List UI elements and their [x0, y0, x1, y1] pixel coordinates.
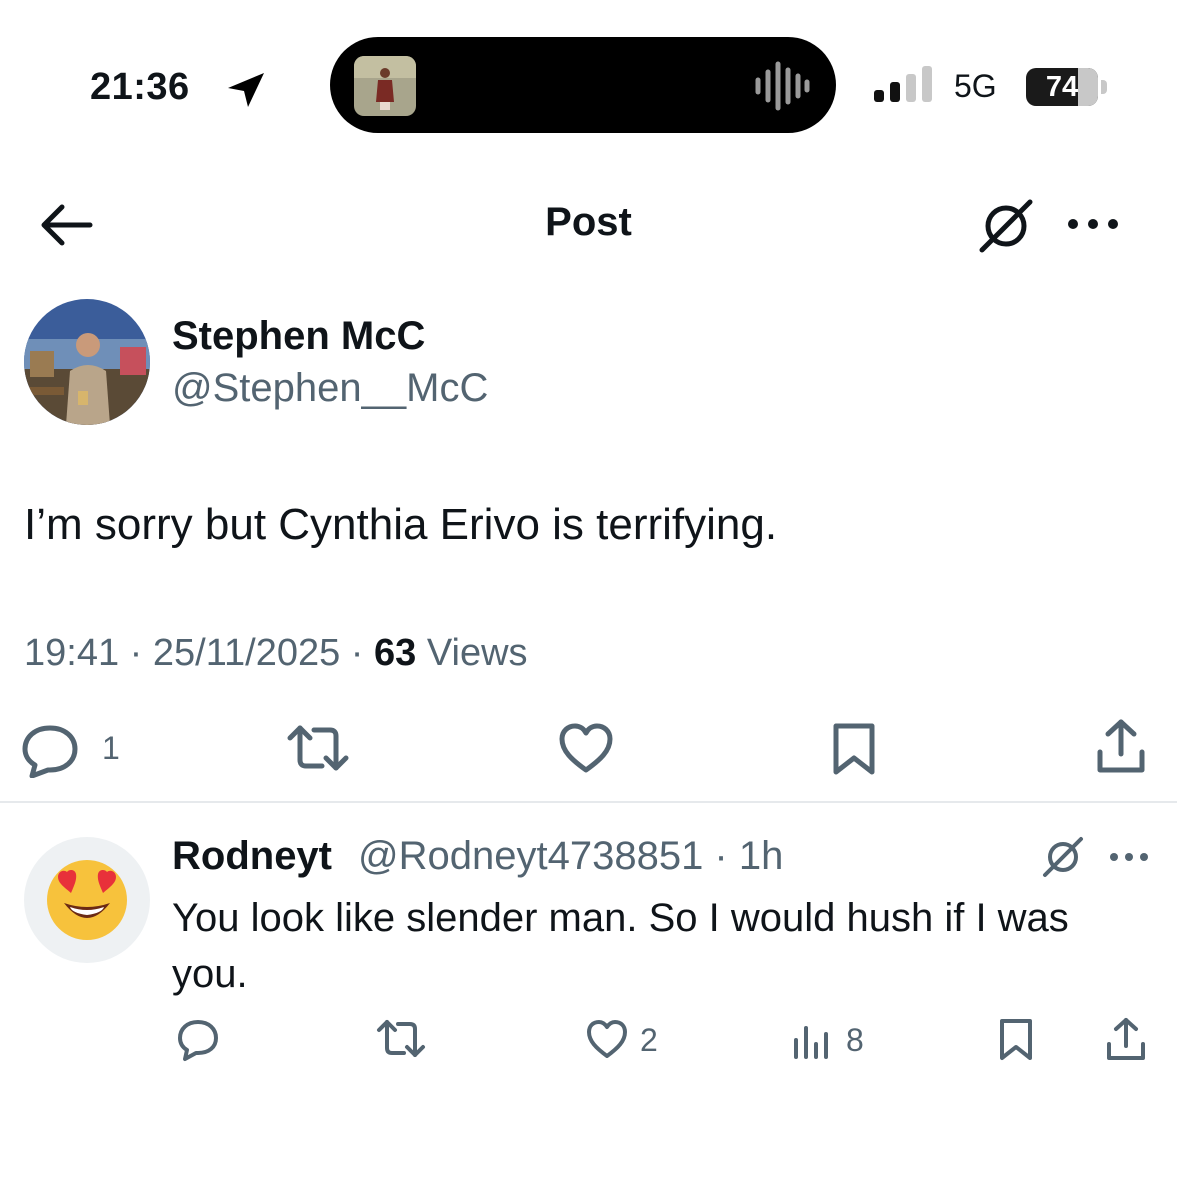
reply-age: 1h — [738, 834, 784, 878]
views-count: 63 — [374, 632, 417, 674]
separator-dot: · — [703, 834, 739, 878]
author-handle[interactable]: @Stephen__McC — [172, 366, 488, 411]
reply-author-handle[interactable]: @Rodneyt4738851 — [358, 834, 703, 878]
repost-icon[interactable] — [286, 722, 350, 774]
repost-icon[interactable] — [376, 1018, 426, 1060]
battery-indicator: 74 — [1026, 68, 1110, 106]
divider — [0, 801, 1177, 803]
reply-icon[interactable] — [20, 722, 80, 778]
reply-count: 1 — [102, 730, 120, 766]
reply-author-meta[interactable]: @Rodneyt4738851 · 1h — [358, 834, 783, 879]
cellular-signal-icon — [874, 66, 932, 102]
bookmark-icon[interactable] — [998, 1018, 1034, 1062]
grok-icon[interactable] — [976, 196, 1036, 256]
share-icon[interactable] — [1096, 718, 1146, 774]
reply-text: You look like slender man. So I would hu… — [172, 896, 1069, 996]
post-meta: 19:41 · 25/11/2025 · 63 Views — [24, 632, 528, 675]
post-date: 25/11/2025 — [152, 632, 341, 674]
avatar[interactable] — [24, 837, 150, 963]
post-text: I’m sorry but Cynthia Erivo is terrifyin… — [24, 500, 778, 549]
separator-dot: · — [340, 632, 375, 674]
heart-icon[interactable] — [586, 1018, 628, 1060]
post-time: 19:41 — [24, 632, 120, 674]
heart-icon[interactable] — [558, 722, 614, 774]
bookmark-icon[interactable] — [830, 722, 878, 776]
more-horizontal-icon[interactable] — [1108, 846, 1150, 868]
author-name[interactable]: Stephen McC — [172, 314, 425, 359]
views-count: 8 — [846, 1022, 864, 1058]
grok-icon[interactable] — [1040, 834, 1086, 880]
status-time: 21:36 — [90, 66, 190, 108]
share-icon[interactable] — [1106, 1016, 1146, 1062]
network-type: 5G — [954, 68, 997, 104]
heart-eyes-emoji-icon — [47, 860, 127, 940]
reply-author-name[interactable]: Rodneyt — [172, 834, 332, 879]
now-playing-artwork[interactable] — [354, 56, 416, 116]
avatar[interactable] — [24, 299, 150, 425]
views-label[interactable]: Views — [427, 632, 528, 674]
more-horizontal-icon[interactable] — [1066, 210, 1120, 238]
audio-waveform-icon — [755, 61, 810, 111]
like-count: 2 — [640, 1022, 658, 1058]
reply-icon[interactable] — [176, 1018, 220, 1062]
separator-dot: · — [119, 632, 153, 674]
views-chart-icon[interactable] — [792, 1020, 832, 1060]
location-arrow-icon — [228, 73, 264, 107]
battery-level: 74 — [1045, 71, 1079, 103]
